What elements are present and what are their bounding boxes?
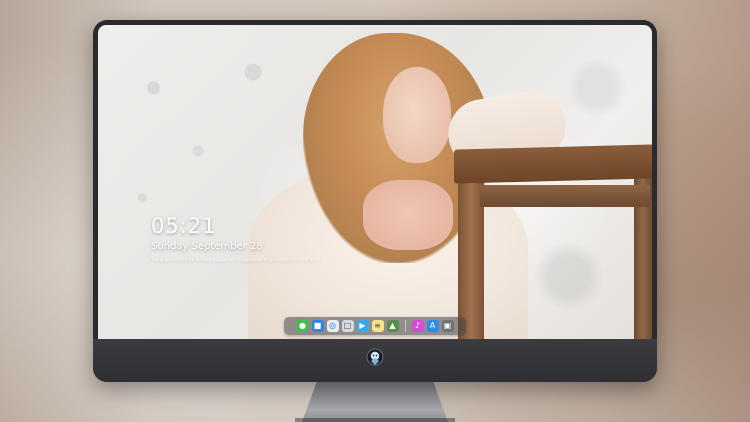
photos-icon[interactable]: □ [341,320,354,332]
wallpaper-subject-hands [363,180,453,250]
wallpaper-chair-rail [480,185,650,207]
lockscreen-clock: 05:21 Sunday September 28 Thank you very… [151,215,320,262]
itunes-icon[interactable]: ♪ [411,320,424,332]
screenshot-icon[interactable]: ▣ [441,320,454,332]
clock-time: 05:21 [151,214,217,238]
stand-shadow [295,418,455,422]
wallpaper-chair-top [454,144,652,184]
clock-note: Thank you very much for your support and… [151,257,320,262]
app-store-icon[interactable]: A [426,320,439,332]
messages-icon[interactable]: ● [296,320,309,332]
desktop-screen: 05:21 Sunday September 28 Thank you very… [98,25,652,339]
notes-icon[interactable]: ≡ [371,320,384,332]
monitor-stand [302,382,448,422]
monitor-chin [93,339,657,382]
logo-icon [366,348,384,366]
dock: ● ■ ◎ □ ▶ ≡ ▲ ♪ A ▣ [284,317,466,335]
clock-date: Sunday September 28 [151,241,263,252]
preview-icon[interactable]: ▲ [386,320,399,332]
safari-icon[interactable]: ◎ [326,320,339,332]
finder-icon[interactable]: ■ [311,320,324,332]
monitor: 05:21 Sunday September 28 Thank you very… [93,20,657,382]
wallpaper-subject-face [383,67,451,163]
dock-separator [404,320,406,332]
camera-icon[interactable]: ▶ [356,320,369,332]
